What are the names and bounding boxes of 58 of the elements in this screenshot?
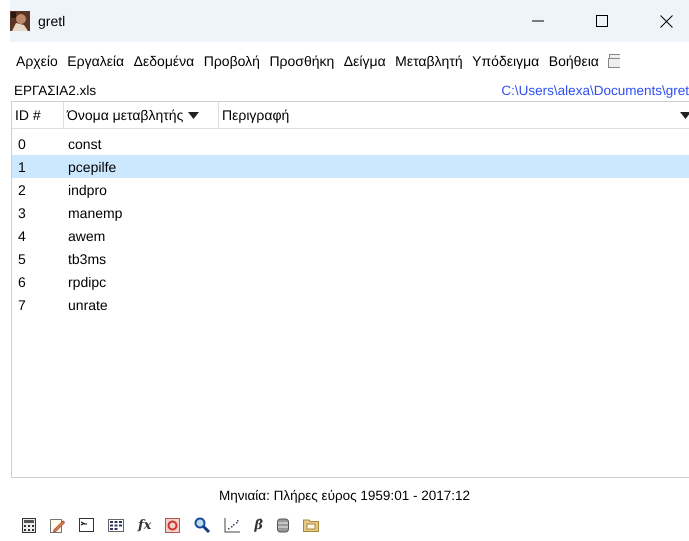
toolbar-glyph-button[interactable]: fx	[138, 518, 152, 533]
menu-item[interactable]: Προσθήκη	[269, 50, 334, 71]
detach-icon[interactable]	[608, 54, 620, 68]
table-cell: 0	[18, 136, 26, 152]
file-name: ΕΡΓΑΣΙΑ2.xls	[14, 82, 96, 98]
notepad-icon[interactable]	[50, 518, 65, 533]
table-cell-text: pcepilfe	[67, 158, 116, 175]
table-cell-text: manemp	[67, 204, 122, 221]
scatter-plot-icon[interactable]	[224, 518, 240, 533]
menu-item[interactable]: Βοήθεια	[548, 50, 599, 71]
menu-item[interactable]: Δεδομένα	[134, 50, 194, 71]
table-row[interactable]: 1 pcepilfe	[12, 155, 689, 178]
close-icon	[660, 14, 672, 28]
column-header[interactable]: Όνομα μεταβλητής	[64, 102, 219, 128]
table-row[interactable]: 0 const	[12, 132, 689, 156]
table-row[interactable]: 2 indpro	[12, 178, 689, 202]
minimize-icon	[532, 20, 544, 22]
table-cell: 6	[18, 274, 26, 290]
menu-item[interactable]: Μεταβλητή	[395, 50, 463, 71]
terminal-icon[interactable]	[79, 518, 94, 532]
menu-item[interactable]: Αρχείο	[16, 50, 58, 71]
column-header[interactable]: ID #	[12, 102, 64, 128]
table-row[interactable]: 4 awem	[12, 224, 689, 248]
table-cell: 1	[18, 158, 26, 175]
table-row[interactable]: 3 manemp	[12, 201, 689, 224]
toolbar-glyph-button[interactable]: β̂	[254, 518, 263, 533]
table-cell: 5	[18, 250, 26, 267]
table-cell-text: tb3ms	[67, 250, 106, 267]
file-path-link[interactable]: C:\Users\alexa\Documents\gret	[501, 82, 689, 98]
app-icon	[10, 11, 30, 31]
maximize-icon	[596, 15, 608, 27]
grid-icon[interactable]	[108, 518, 124, 532]
table-cell-text: awem	[67, 228, 106, 244]
menu-item[interactable]: Προβολή	[204, 50, 260, 71]
table-cell-text: unrate	[67, 296, 108, 313]
table-cell: 4	[18, 228, 26, 244]
table-cell-text: indpro	[67, 182, 107, 198]
sort-arrow-icon[interactable]	[188, 112, 200, 119]
status-text: Μηνιαία: Πλήρες εύρος 1959:01 - 2017:12	[218, 488, 470, 503]
table-row[interactable]: 7 unrate	[12, 293, 689, 316]
table-cell: 7	[18, 296, 26, 313]
menu-item[interactable]: Υπόδειγμα	[472, 50, 540, 71]
table-row[interactable]: 6 rpdipc	[12, 270, 689, 294]
window-title: gretl	[38, 13, 66, 29]
search-icon[interactable]	[194, 517, 210, 534]
table-cell-text: rpdipc	[67, 274, 106, 290]
database-icon[interactable]	[276, 518, 289, 533]
folder-icon[interactable]	[302, 518, 319, 532]
calculator-icon[interactable]	[22, 518, 36, 533]
table-cell: 2	[18, 182, 26, 198]
menu-item[interactable]: Εργαλεία	[67, 50, 124, 71]
lifebuoy-icon[interactable]	[165, 518, 180, 533]
menu-item[interactable]: Δείγμα	[344, 50, 386, 71]
column-header[interactable]: Περιγραφή	[219, 102, 689, 128]
table-cell-text: const	[67, 136, 102, 152]
table-cell: 3	[18, 204, 26, 221]
table-row[interactable]: 5 tb3ms	[12, 247, 689, 270]
dropdown-arrow-icon[interactable]	[680, 112, 689, 119]
